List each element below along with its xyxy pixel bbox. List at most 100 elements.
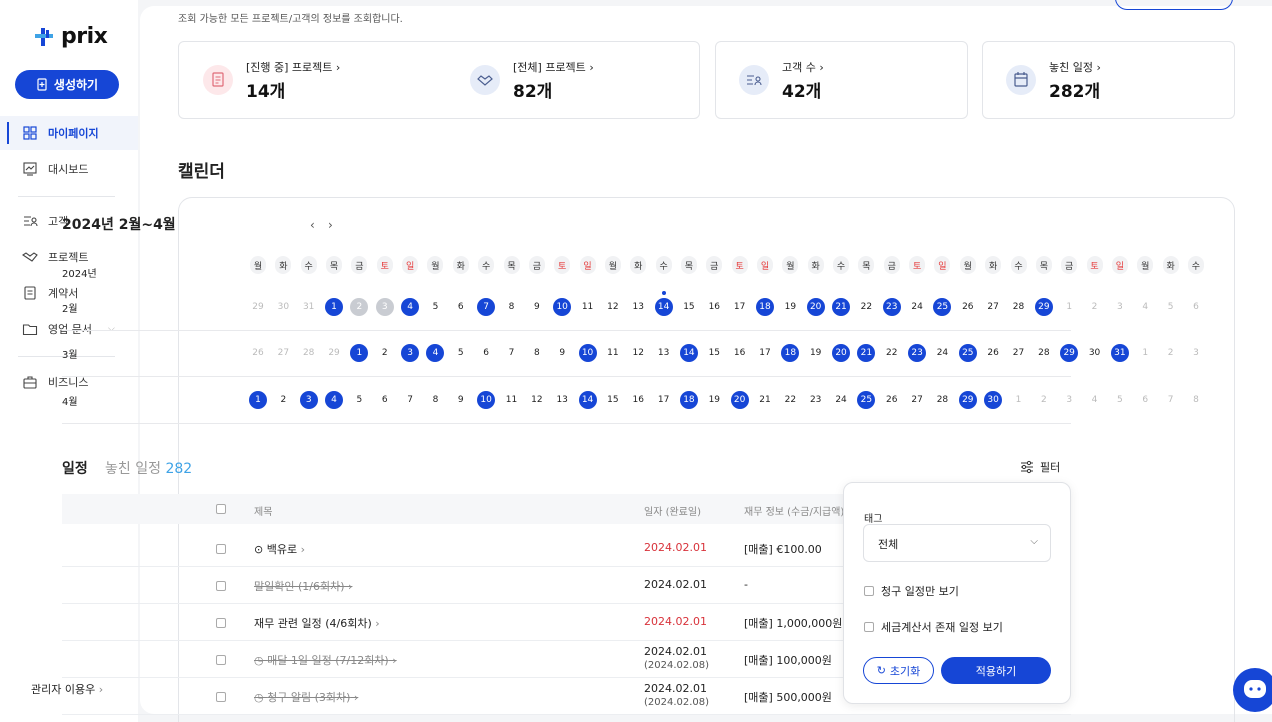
calendar-day[interactable]: 4 [325, 391, 344, 409]
calendar-day[interactable]: 6 [376, 391, 394, 409]
sidebar-item-sales-docs[interactable]: 영업 문서 ⌵ [0, 312, 138, 346]
calendar-day[interactable]: 5 [1162, 298, 1180, 316]
calendar-day[interactable]: 4 [401, 298, 420, 316]
calendar-day[interactable]: 15 [680, 298, 698, 316]
calendar-day[interactable]: 12 [604, 298, 622, 316]
calendar-day[interactable]: 26 [883, 391, 901, 409]
calendar-day[interactable]: 2 [1086, 298, 1104, 316]
calendar-day[interactable]: 29 [958, 391, 977, 409]
chat-button[interactable] [1233, 668, 1272, 712]
calendar-day[interactable]: 23 [807, 391, 825, 409]
calendar-day[interactable]: 12 [528, 391, 546, 409]
calendar-day[interactable]: 7 [503, 344, 521, 362]
calendar-day[interactable]: 31 [300, 298, 318, 316]
calendar-day[interactable]: 8 [528, 344, 546, 362]
logo[interactable]: prix [33, 24, 108, 49]
calendar-day[interactable]: 30 [1086, 344, 1104, 362]
sidebar-item-mypage[interactable]: 마이페이지 [0, 116, 138, 150]
calendar-day[interactable]: 14 [679, 344, 698, 362]
apply-button[interactable]: 적용하기 [941, 657, 1051, 684]
calendar-day[interactable]: 4 [1086, 391, 1104, 409]
calendar-day[interactable]: 11 [503, 391, 521, 409]
calendar-day[interactable]: 21 [832, 298, 851, 316]
billing-only-checkbox[interactable] [864, 586, 874, 596]
calendar-day[interactable]: 5 [452, 344, 470, 362]
calendar-day[interactable]: 31 [1110, 344, 1129, 362]
calendar-day[interactable]: 17 [756, 344, 774, 362]
calendar-day[interactable]: 29 [249, 298, 267, 316]
calendar-day[interactable]: 20 [832, 344, 851, 362]
calendar-day[interactable]: 29 [325, 344, 343, 362]
row-title[interactable]: 재무 관련 일정 (4/6회차) › [254, 615, 380, 631]
reset-button[interactable]: ↻ 초기화 [863, 657, 934, 684]
missed-schedule-tab[interactable]: 놓친 일정 282 [105, 458, 192, 478]
calendar-day[interactable]: 2 [1162, 344, 1180, 362]
prev-arrow-icon[interactable]: ‹ [310, 218, 320, 232]
calendar-day[interactable]: 27 [908, 391, 926, 409]
calendar-day[interactable]: 7 [401, 391, 419, 409]
calendar-day[interactable]: 3 [401, 344, 420, 362]
calendar-day[interactable]: 24 [908, 298, 926, 316]
calendar-day[interactable]: 18 [679, 391, 698, 409]
calendar-day[interactable]: 17 [731, 298, 749, 316]
sidebar-item-dashboard[interactable]: 대시보드 [0, 152, 138, 186]
calendar-day[interactable]: 27 [1010, 344, 1028, 362]
calendar-day[interactable]: 22 [883, 344, 901, 362]
filter-button[interactable]: 필터 [1020, 459, 1060, 475]
row-checkbox[interactable] [216, 618, 226, 628]
calendar-day[interactable]: 28 [1035, 344, 1053, 362]
calendar-day[interactable]: 23 [882, 298, 901, 316]
calendar-day[interactable]: 11 [579, 298, 597, 316]
create-button[interactable]: 생성하기 [15, 70, 119, 99]
calendar-day[interactable]: 5 [1111, 391, 1129, 409]
calendar-day[interactable]: 6 [452, 298, 470, 316]
calendar-day[interactable]: 23 [908, 344, 927, 362]
calendar-day[interactable]: 13 [655, 344, 673, 362]
calendar-day[interactable]: 3 [1111, 298, 1129, 316]
row-checkbox[interactable] [216, 655, 226, 665]
calendar-day[interactable]: 8 [1187, 391, 1205, 409]
calendar-day[interactable]: 28 [300, 344, 318, 362]
row-title[interactable]: 말일확인 (1/6회차) › [254, 578, 352, 594]
calendar-day[interactable]: 6 [1187, 298, 1205, 316]
calendar-day[interactable]: 20 [806, 298, 825, 316]
row-checkbox[interactable] [216, 544, 226, 554]
row-checkbox[interactable] [216, 692, 226, 702]
calendar-day[interactable]: 29 [1034, 298, 1053, 316]
calendar-day[interactable]: 15 [604, 391, 622, 409]
calendar-day[interactable]: 7 [1162, 391, 1180, 409]
tag-select[interactable]: 전체 ⌵ [863, 524, 1051, 562]
calendar-day[interactable]: 28 [1010, 298, 1028, 316]
calendar-day[interactable]: 3 [1187, 344, 1205, 362]
tax-invoice-checkbox[interactable] [864, 622, 874, 632]
calendar-day[interactable]: 11 [604, 344, 622, 362]
calendar-day[interactable]: 3 [299, 391, 318, 409]
calendar-day[interactable]: 25 [958, 344, 977, 362]
calendar-day[interactable]: 2 [1035, 391, 1053, 409]
row-checkbox[interactable] [216, 581, 226, 591]
row-title[interactable]: ◷ 매달 1일 일정 (7/12회차) › [254, 652, 397, 668]
next-arrow-icon[interactable]: › [328, 218, 338, 232]
calendar-day[interactable]: 9 [452, 391, 470, 409]
calendar-day[interactable]: 14 [654, 298, 673, 316]
calendar-day[interactable]: 10 [578, 344, 597, 362]
calendar-day[interactable]: 26 [249, 344, 267, 362]
row-title[interactable]: ◷ 청구 알림 (3회차) › [254, 689, 358, 705]
calendar-day[interactable]: 19 [807, 344, 825, 362]
calendar-day[interactable]: 21 [756, 391, 774, 409]
calendar-day[interactable]: 18 [756, 298, 774, 316]
calendar-day[interactable]: 2 [376, 344, 394, 362]
calendar-day[interactable]: 1 [1010, 391, 1028, 409]
select-all-checkbox[interactable] [216, 504, 226, 514]
calendar-day[interactable]: 1 [249, 391, 267, 409]
calendar-day[interactable]: 24 [832, 391, 850, 409]
calendar-day[interactable]: 14 [578, 391, 597, 409]
calendar-day[interactable]: 17 [655, 391, 673, 409]
row-title[interactable]: ⊙ 백유로 › [254, 541, 305, 557]
calendar-day[interactable]: 1 [325, 298, 344, 316]
calendar-day[interactable]: 8 [503, 298, 521, 316]
calendar-day[interactable]: 20 [730, 391, 749, 409]
calendar-day[interactable]: 3 [375, 298, 394, 316]
calendar-day[interactable]: 16 [731, 344, 749, 362]
calendar-day[interactable]: 9 [528, 298, 546, 316]
